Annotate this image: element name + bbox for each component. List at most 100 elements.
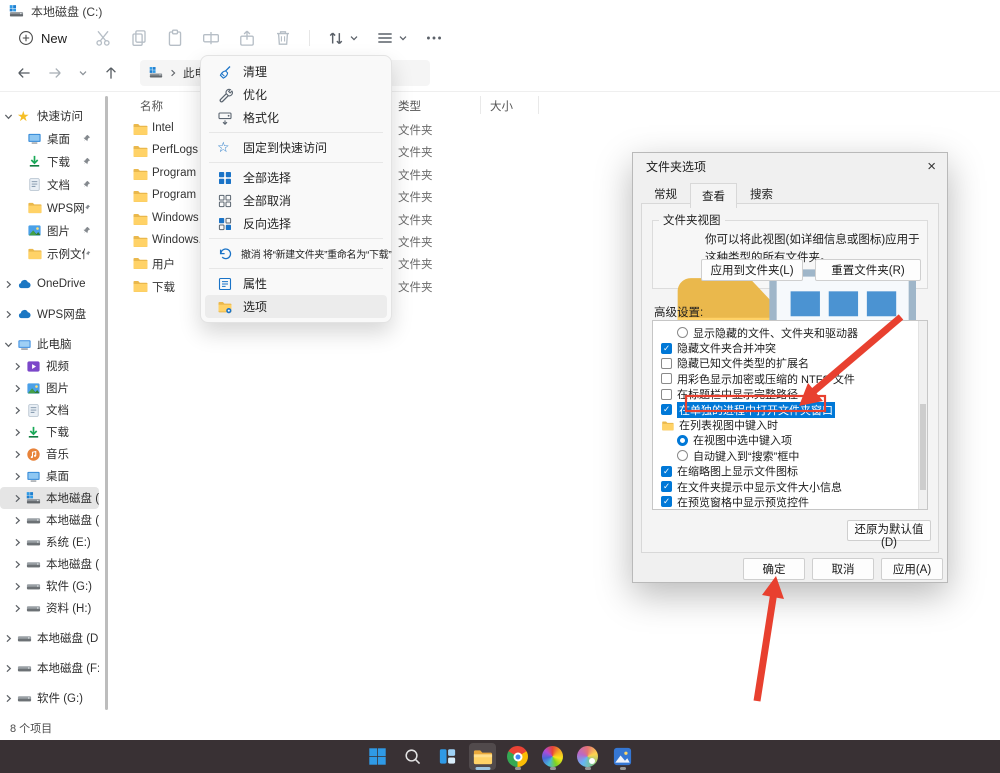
sidebar-item-音乐[interactable]: 音乐 [0, 443, 99, 465]
sidebar-item-WPS网盘[interactable]: WPS网盘 [0, 196, 99, 219]
checkbox-icon[interactable]: ✓ [661, 343, 672, 354]
advanced-setting-checkbox[interactable]: ✓在预览窗格中显示预览控件 [653, 494, 927, 509]
checkbox-icon[interactable] [661, 373, 672, 384]
sidebar-item-文档[interactable]: 文档 [0, 173, 99, 196]
chevron-down-icon[interactable] [4, 112, 13, 121]
column-divider[interactable] [480, 96, 481, 114]
menu-item-properties[interactable]: 属性 [205, 272, 387, 295]
radio-icon[interactable] [677, 327, 688, 338]
checkbox-icon[interactable]: ✓ [661, 466, 672, 477]
menu-item-invert-selection[interactable]: 反向选择 [205, 212, 387, 235]
column-header-name[interactable]: 名称 [140, 98, 163, 114]
chevron-down-icon[interactable] [4, 340, 13, 349]
cancel-button[interactable]: 取消 [812, 558, 874, 580]
cut-icon[interactable] [93, 28, 113, 48]
menu-item-broom[interactable]: 清理 [205, 60, 387, 83]
advanced-setting-radio[interactable]: 自动键入到“搜索”框中 [653, 448, 927, 463]
sidebar-item-软件 (G:)[interactable]: 软件 (G:) [0, 575, 99, 597]
checkbox-icon[interactable]: ✓ [661, 404, 672, 415]
pin-icon[interactable] [82, 180, 91, 189]
ok-button[interactable]: 确定 [743, 558, 805, 580]
menu-item-options[interactable]: 选项 [205, 295, 387, 318]
radio-icon[interactable] [677, 435, 688, 446]
sidebar-item-下载[interactable]: 下载 [0, 421, 99, 443]
sidebar-item-桌面[interactable]: 桌面 [0, 465, 99, 487]
new-button[interactable]: New [12, 26, 77, 50]
chevron-right-icon[interactable] [13, 362, 22, 371]
up-icon[interactable] [103, 65, 119, 81]
pin-icon[interactable] [82, 157, 91, 166]
sidebar-item-本地磁盘 (D:)[interactable]: 本地磁盘 (D:) [0, 627, 99, 649]
chevron-right-icon[interactable] [13, 494, 22, 503]
chevron-right-icon[interactable] [4, 634, 13, 643]
chevron-right-icon[interactable] [13, 384, 22, 393]
checkbox-icon[interactable] [661, 358, 672, 369]
sidebar-item-图片[interactable]: 图片 [0, 219, 99, 242]
apply-to-folders-button[interactable]: 应用到文件夹(L) [701, 259, 803, 281]
taskbar-start-icon[interactable] [364, 743, 391, 770]
chevron-right-icon[interactable] [4, 310, 13, 319]
view-icon[interactable] [375, 28, 395, 48]
advanced-setting-checkbox[interactable]: 隐藏已知文件类型的扩展名 [653, 356, 927, 371]
advanced-setting-checkbox[interactable]: 用彩色显示加密或压缩的 NTFS 文件 [653, 371, 927, 386]
column-header-type[interactable]: 类型 [398, 98, 421, 114]
chevron-right-icon[interactable] [4, 280, 13, 289]
chevron-right-icon[interactable] [13, 538, 22, 547]
share-icon[interactable] [237, 28, 257, 48]
apply-button[interactable]: 应用(A) [881, 558, 943, 580]
sidebar-item-软件 (G:)[interactable]: 软件 (G:) [0, 687, 99, 709]
sidebar-item-桌面[interactable]: 桌面 [0, 127, 99, 150]
pin-icon[interactable] [82, 134, 91, 143]
sidebar-item-下载[interactable]: 下载 [0, 150, 99, 173]
advanced-setting-checkbox[interactable]: ✓在缩略图上显示文件图标 [653, 464, 927, 479]
restore-defaults-button[interactable]: 还原为默认值(D) [847, 520, 931, 541]
sort-icon[interactable] [326, 28, 346, 48]
sidebar-item-文档[interactable]: 文档 [0, 399, 99, 421]
paste-icon[interactable] [165, 28, 185, 48]
close-icon[interactable]: × [927, 159, 936, 174]
chevron-right-icon[interactable] [4, 694, 13, 703]
radio-icon[interactable] [677, 450, 688, 461]
taskbar-chrome-icon[interactable] [504, 743, 531, 770]
sidebar-item-本地磁盘 (F:)[interactable]: 本地磁盘 (F:) [0, 553, 99, 575]
sidebar-scrollbar[interactable] [105, 96, 108, 710]
sidebar-item-OneDrive[interactable]: OneDrive [0, 273, 99, 295]
delete-icon[interactable] [273, 28, 293, 48]
taskbar-browser-sphere-icon[interactable] [539, 743, 566, 770]
sidebar-item-此电脑[interactable]: 此电脑 [0, 333, 99, 355]
chevron-right-icon[interactable] [13, 472, 22, 481]
advanced-setting-checkbox[interactable]: ✓在单独的进程中打开文件夹窗口 [653, 402, 927, 417]
sidebar-item-快速访问[interactable]: ★快速访问 [0, 105, 99, 127]
chevron-right-icon[interactable] [13, 560, 22, 569]
pin-icon[interactable] [84, 203, 91, 212]
sidebar-item-图片[interactable]: 图片 [0, 377, 99, 399]
menu-item-select-all[interactable]: 全部选择 [205, 166, 387, 189]
taskbar-explorer-icon[interactable] [469, 743, 496, 770]
menu-item-undo[interactable]: 撤消 将“新建文件夹”重命名为“下载” [205, 242, 387, 265]
chevron-right-icon[interactable] [13, 582, 22, 591]
chevron-right-icon[interactable] [4, 664, 13, 673]
chevron-right-icon[interactable] [13, 406, 22, 415]
advanced-setting-radio[interactable]: 在视图中选中键入项 [653, 433, 927, 448]
menu-item-star-outline[interactable]: ☆固定到快速访问 [205, 136, 387, 159]
sidebar-item-示例文件夹[interactable]: 示例文件夹 [0, 242, 99, 265]
advanced-setting-radio[interactable]: 显示隐藏的文件、文件夹和驱动器 [653, 325, 927, 340]
tab-查看[interactable]: 查看 [690, 183, 737, 208]
advanced-setting-checkbox[interactable]: ✓在文件夹提示中显示文件大小信息 [653, 479, 927, 494]
chevron-right-icon[interactable] [13, 604, 22, 613]
menu-item-format[interactable]: 格式化 [205, 106, 387, 129]
taskbar-palette-app-icon[interactable] [574, 743, 601, 770]
chevron-right-icon[interactable] [13, 450, 22, 459]
advanced-setting-checkbox[interactable]: ✓隐藏文件夹合并冲突 [653, 340, 927, 355]
checkbox-icon[interactable]: ✓ [661, 481, 672, 492]
taskbar-search-icon[interactable] [399, 743, 426, 770]
sidebar-item-资料 (H:)[interactable]: 资料 (H:) [0, 597, 99, 619]
pin-icon[interactable] [82, 226, 91, 235]
sidebar-item-本地磁盘 (C:)[interactable]: 本地磁盘 (C:) [0, 487, 99, 509]
tab-常规[interactable]: 常规 [642, 182, 689, 207]
sidebar-item-WPS网盘[interactable]: WPS网盘 [0, 303, 99, 325]
forward-icon[interactable] [47, 65, 63, 81]
copy-icon[interactable] [129, 28, 149, 48]
menu-item-wrench[interactable]: 优化 [205, 83, 387, 106]
checkbox-icon[interactable] [661, 389, 672, 400]
